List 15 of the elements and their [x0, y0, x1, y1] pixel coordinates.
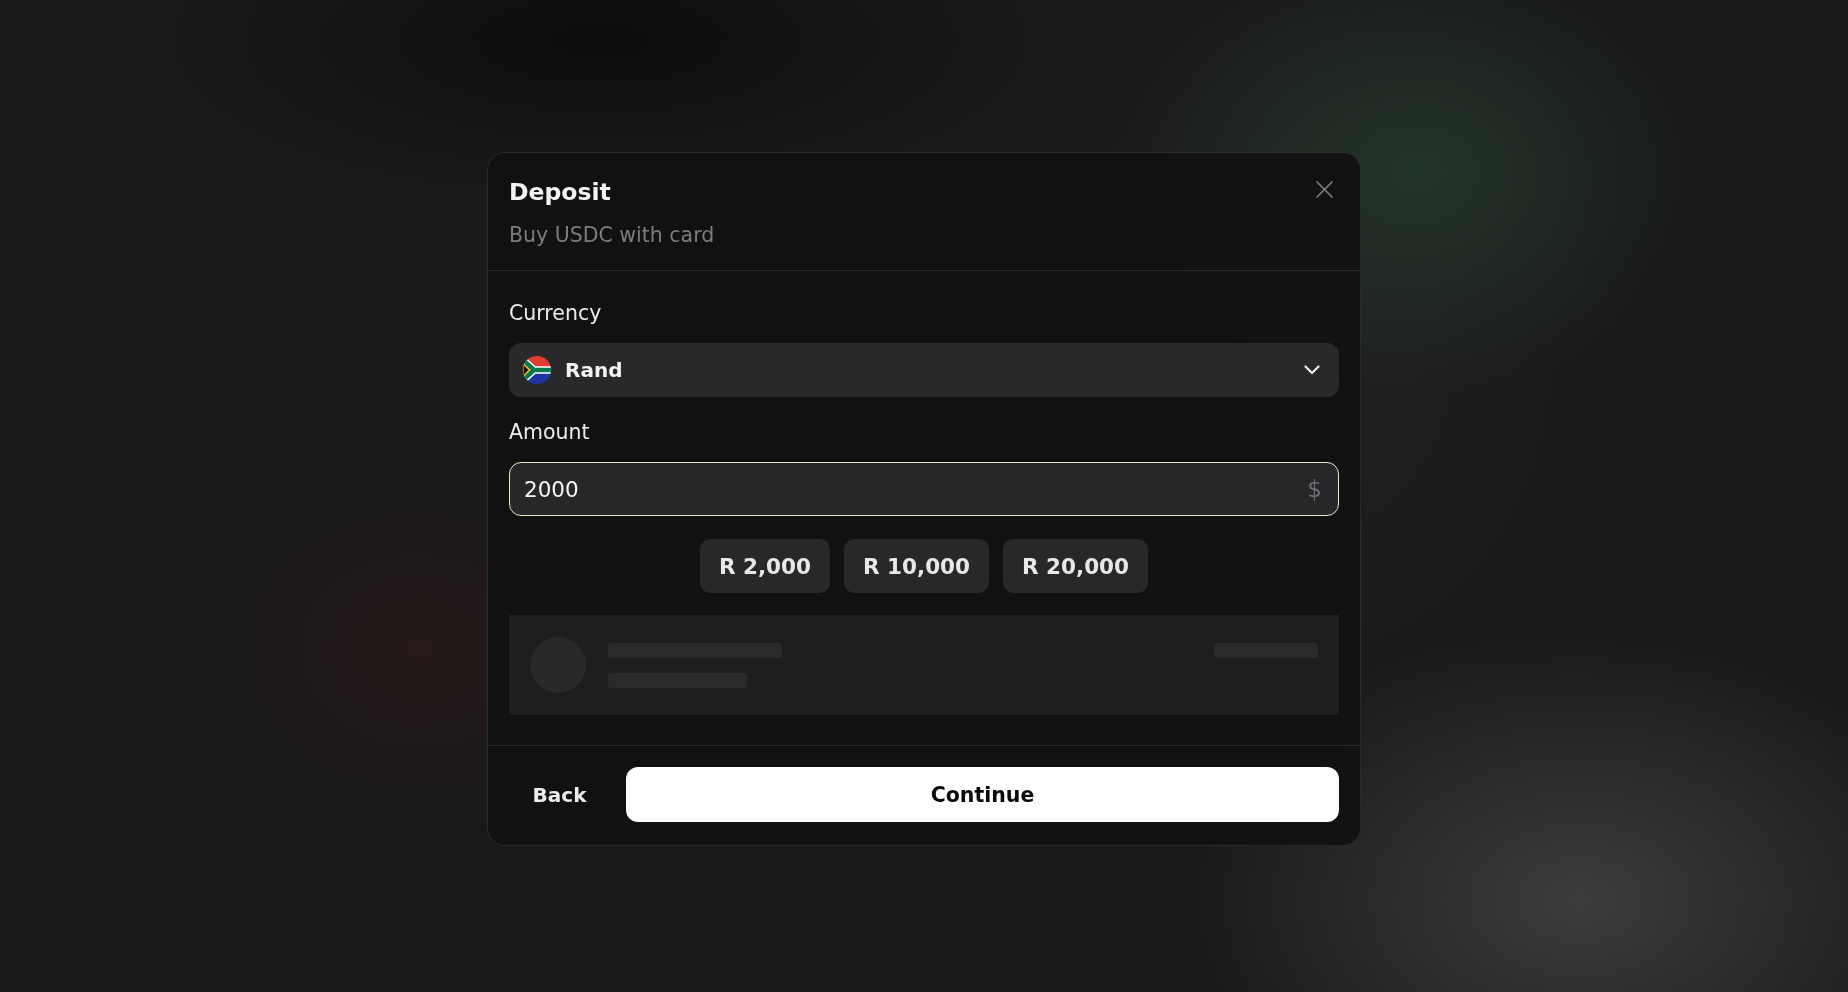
currency-symbol: $	[1307, 475, 1322, 503]
preset-amount-button[interactable]: R 10,000	[844, 539, 989, 593]
close-button[interactable]	[1315, 180, 1334, 199]
continue-button[interactable]: Continue	[626, 767, 1339, 822]
preset-amount-button[interactable]: R 2,000	[699, 539, 830, 593]
chevron-down-icon	[1304, 365, 1320, 375]
preset-amount-button[interactable]: R 20,000	[1003, 539, 1149, 593]
dialog-title: Deposit	[509, 177, 611, 207]
dialog-subtitle: Buy USDC with card	[509, 222, 715, 249]
field-label: Amount	[509, 419, 590, 445]
back-button[interactable]: Back	[509, 767, 610, 822]
flag-icon	[523, 356, 551, 384]
close-icon	[1316, 181, 1333, 198]
field-label: Currency	[509, 300, 602, 326]
currency-select[interactable]: Rand	[509, 343, 1339, 397]
